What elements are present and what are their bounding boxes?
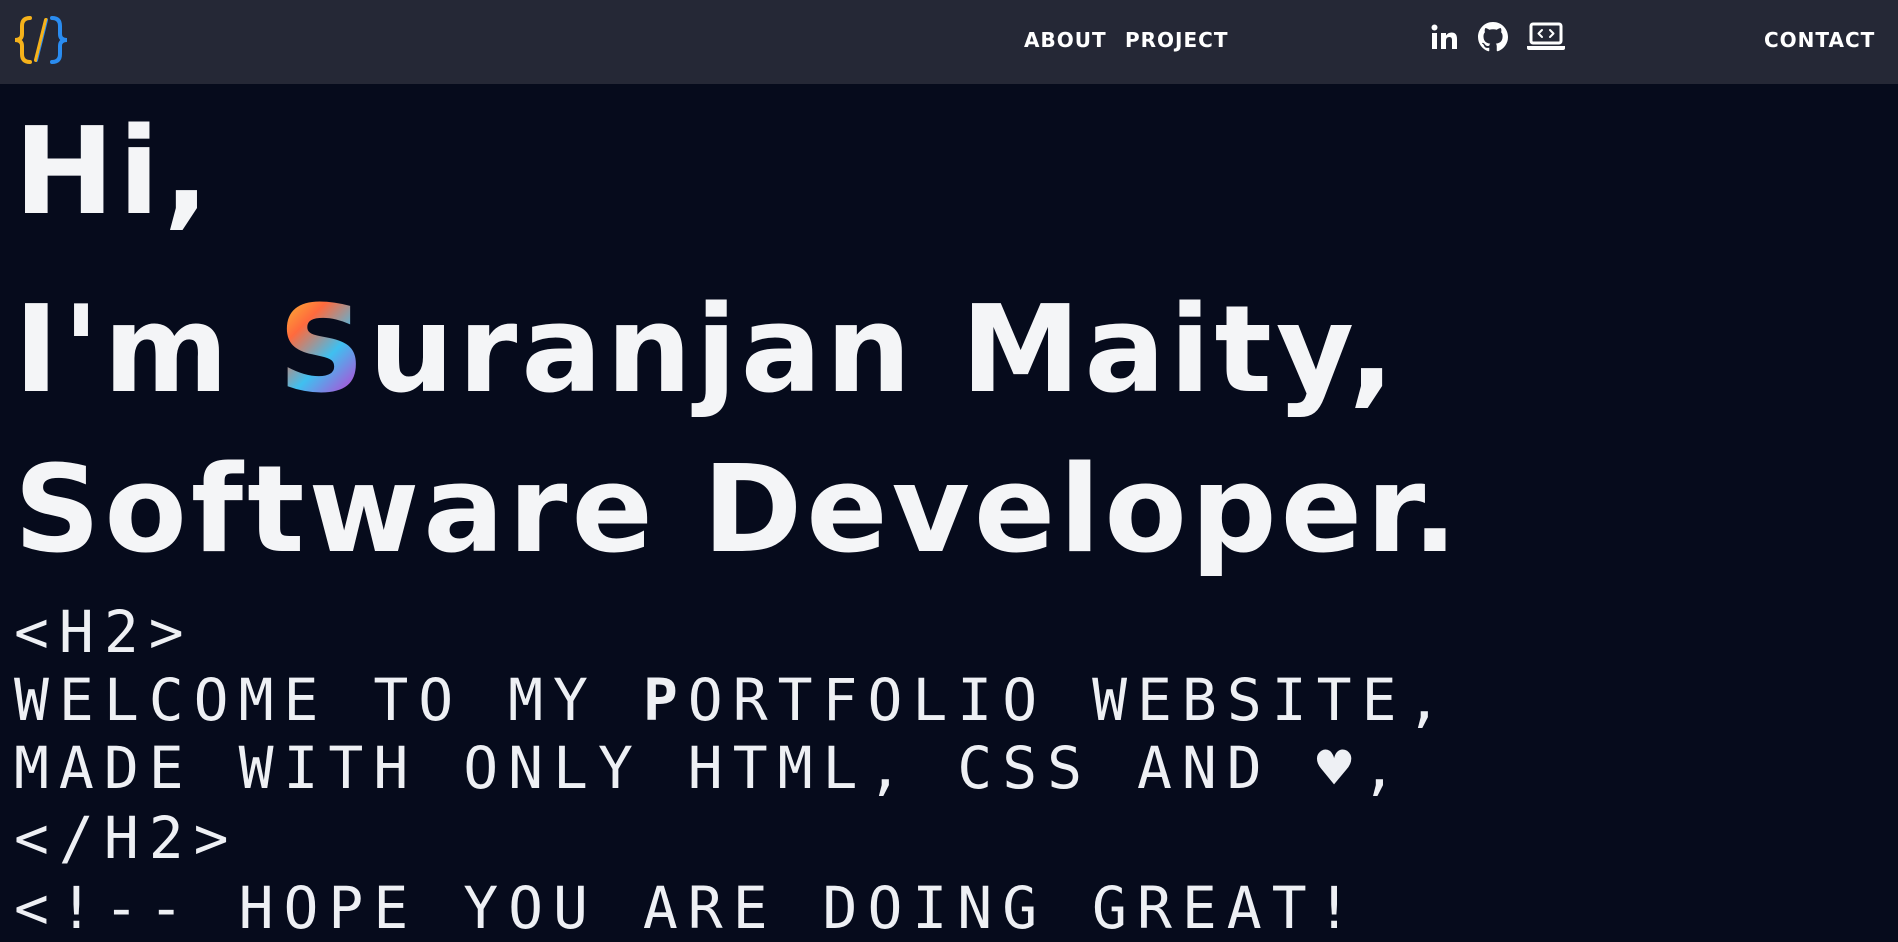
github-icon[interactable] [1478,22,1508,52]
laptop-code-icon[interactable] [1526,22,1566,52]
welcome-prefix: WELCOME TO MY [14,666,643,734]
welcome-text: WELCOME TO MY PORTFOLIO WEBSITE, [14,668,1451,732]
greeting-heading: Hi, [14,103,214,242]
h2-close-tag: </H2> [14,804,239,872]
nav-link-contact[interactable]: CONTACT [1764,28,1875,52]
nav-link-project[interactable]: PROJECT [1125,28,1228,52]
h2-open-tag: <H2> [14,598,194,666]
made-with-text: MADE WITH ONLY HTML, CSS AND ♥, [14,734,1407,802]
role-heading: Software Developer. [14,441,1462,580]
navbar: ABOUT PROJECT CONTACT [0,0,1898,84]
name-highlight-letter: S [278,281,369,420]
welcome-bold-letter: P [642,666,688,734]
welcome-suffix: ORTFOLIO WEBSITE, [687,666,1452,734]
hope-comment-text: <!-- HOPE YOU ARE DOING GREAT! [14,874,1362,942]
name-suffix: uranjan Maity, [368,281,1399,420]
name-prefix: I'm [14,281,279,420]
name-heading: I'm Suranjan Maity, [14,286,1398,416]
code-braces-logo-icon[interactable] [10,12,72,68]
linkedin-icon[interactable] [1430,22,1458,54]
nav-link-about[interactable]: ABOUT [1024,28,1107,52]
